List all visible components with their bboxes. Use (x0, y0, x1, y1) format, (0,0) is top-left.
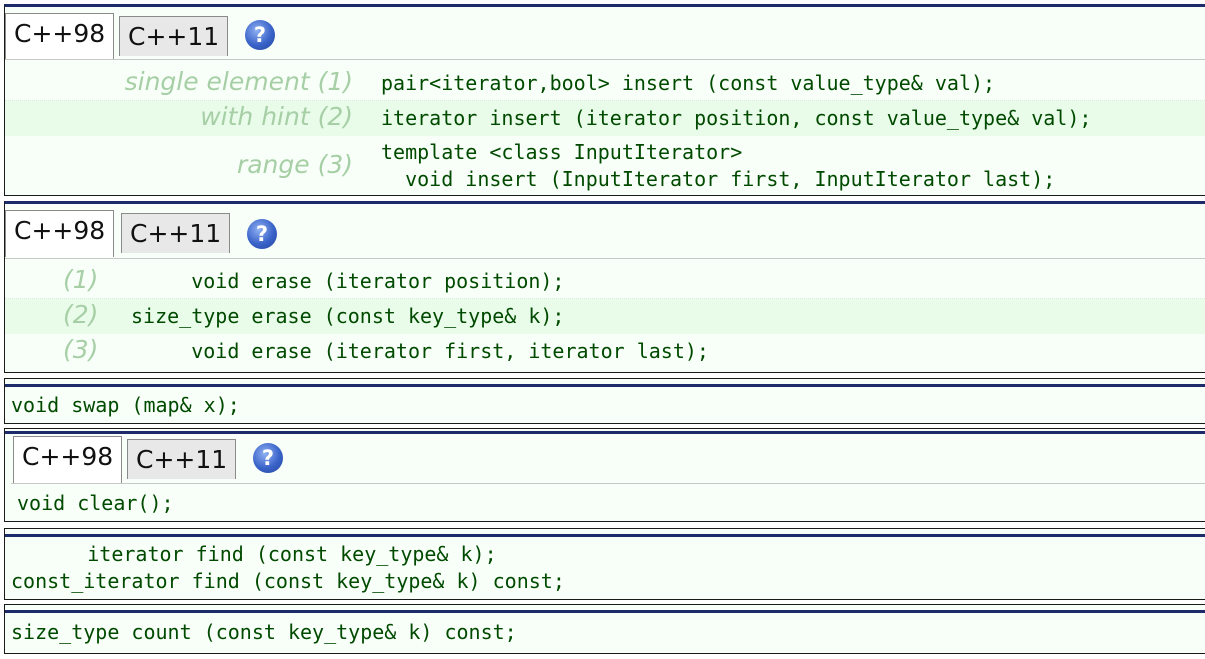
declaration-row: (2) size_type erase (const key_type& k); (5, 299, 1205, 334)
tab-cpp98[interactable]: C++98 (13, 436, 123, 483)
tab-cpp11[interactable]: C++11 (121, 213, 231, 253)
tab-divider (5, 258, 1205, 259)
code-line: void swap (map& x); (11, 393, 240, 417)
declaration-row: with hint (2) iterator insert (iterator … (5, 101, 1205, 136)
code-line: const_iterator find (const key_type& k) … (11, 569, 565, 593)
code-line: iterator find (const key_type& k); (15, 542, 497, 566)
tab-divider (5, 59, 1205, 60)
declaration-row: single element (1) pair<iterator,bool> i… (5, 66, 1205, 101)
code-line: void insert (InputIterator first, InputI… (381, 167, 1056, 191)
overload-label: single element (1) (124, 67, 353, 96)
code-line: template <class InputIterator> (381, 140, 743, 164)
panel-top-rule (5, 610, 1205, 613)
insert-declaration-panel: C++98 C++11 ? single element (1) pair<it… (4, 4, 1205, 196)
panel-top-rule (5, 384, 1205, 387)
tab-cpp11[interactable]: C++11 (127, 439, 237, 479)
clear-declaration-panel: C++98 C++11 ? void clear(); (4, 428, 1205, 522)
declaration-row: (1) void erase (iterator position); (5, 264, 1205, 299)
code-line: void erase (iterator position); (131, 269, 565, 293)
declaration-row: range (3) template <class InputIterator>… (5, 136, 1205, 195)
help-icon[interactable]: ? (253, 443, 283, 473)
tab-strip: C++98 C++11 ? (5, 434, 1205, 483)
overload-label: (1) (63, 265, 99, 294)
erase-declaration-panel: C++98 C++11 ? (1) void erase (iterator p… (4, 201, 1205, 373)
code-line: size_type erase (const key_type& k); (131, 304, 565, 328)
code-line: size_type count (const key_type& k) cons… (11, 620, 517, 644)
code-line: pair<iterator,bool> insert (const value_… (381, 71, 996, 95)
tab-divider (11, 483, 1205, 484)
tab-cpp11[interactable]: C++11 (119, 16, 229, 56)
overload-label: (3) (63, 335, 99, 364)
help-icon[interactable]: ? (245, 20, 275, 50)
code-line: void clear(); (17, 491, 174, 515)
panel-top-rule (5, 534, 1205, 537)
declaration-row: (3) void erase (iterator first, iterator… (5, 334, 1205, 369)
swap-declaration-panel: void swap (map& x); (4, 378, 1205, 424)
tab-strip: C++98 C++11 ? (5, 11, 1205, 60)
overload-label: (2) (63, 300, 99, 329)
overload-label: range (3) (236, 150, 353, 179)
count-declaration-panel: size_type count (const key_type& k) cons… (4, 604, 1205, 654)
tab-cpp98[interactable]: C++98 (5, 13, 115, 60)
tab-cpp98[interactable]: C++98 (5, 210, 115, 257)
overload-label: with hint (2) (200, 102, 353, 131)
help-icon[interactable]: ? (247, 219, 277, 249)
code-line: void erase (iterator first, iterator las… (131, 339, 709, 363)
find-declaration-panel: iterator find (const key_type& k); const… (4, 528, 1205, 600)
code-line: iterator insert (iterator position, cons… (381, 106, 1092, 130)
tab-strip: C++98 C++11 ? (5, 208, 1205, 257)
